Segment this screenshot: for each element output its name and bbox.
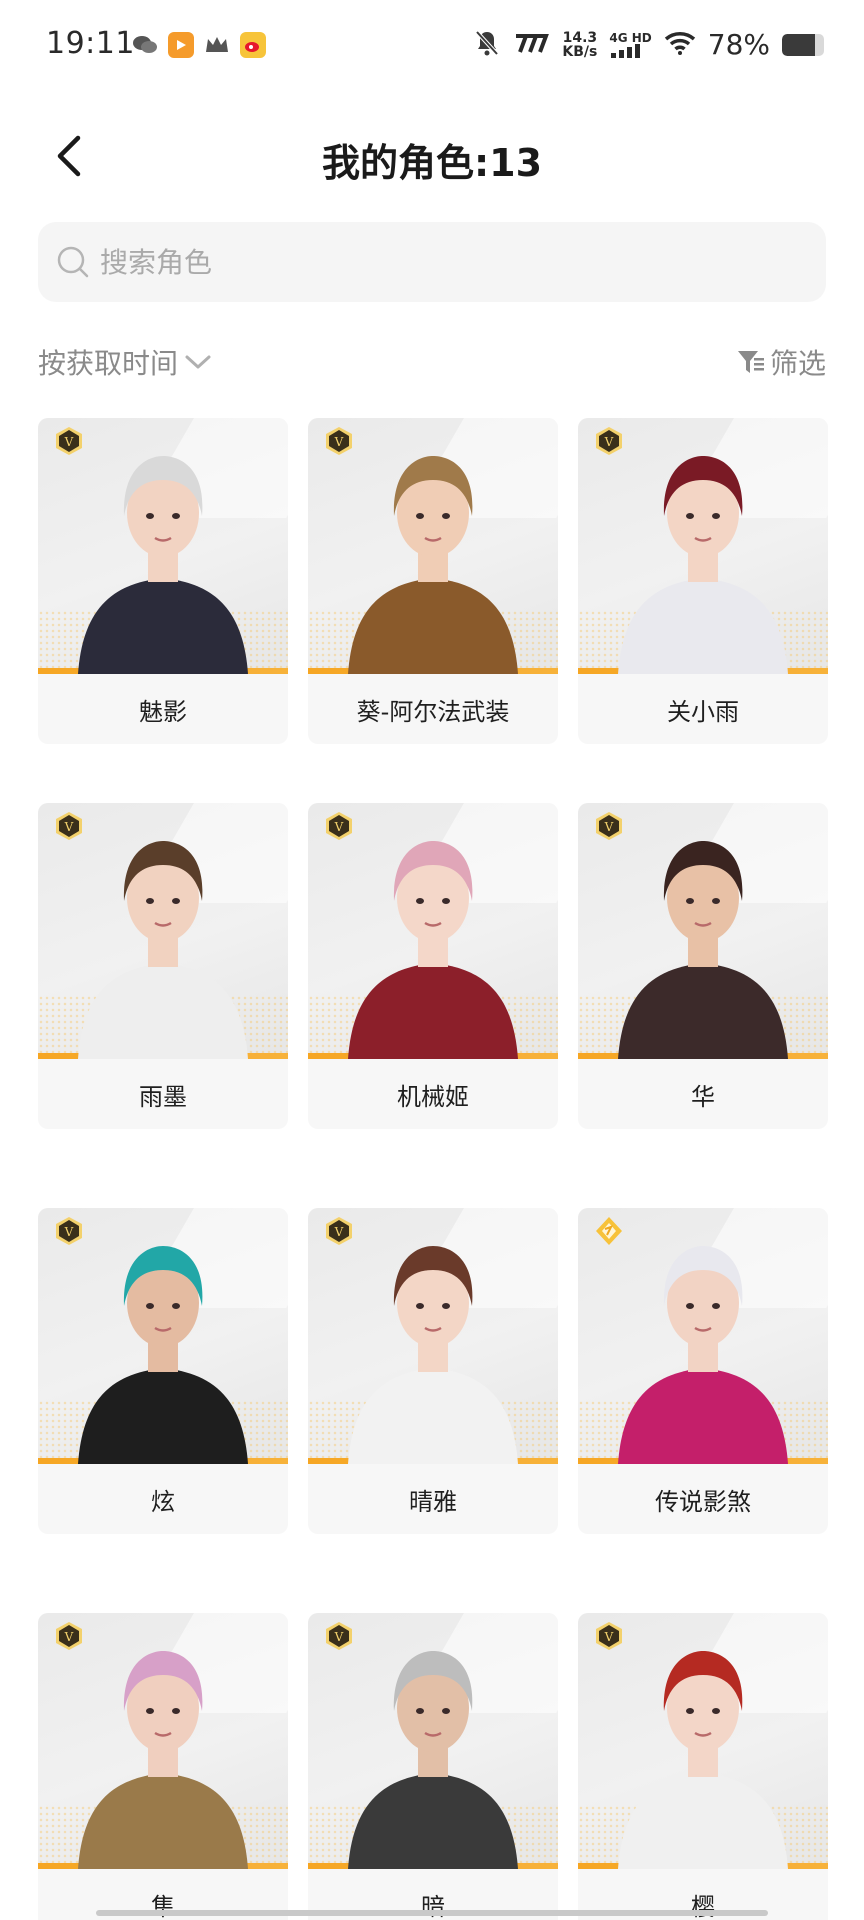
vip-badge-icon: V xyxy=(56,427,82,455)
legendary-badge-icon xyxy=(596,1217,622,1245)
character-card[interactable]: V 机械姬 xyxy=(308,803,558,1129)
character-name: 葵-阿尔法武装 xyxy=(356,697,510,726)
character-figure xyxy=(78,1651,248,1869)
character-card[interactable]: 传说影煞 xyxy=(578,1208,828,1534)
character-card[interactable]: V 关小雨 xyxy=(578,418,828,744)
character-portrait xyxy=(578,418,828,674)
character-card[interactable]: V暗 xyxy=(308,1613,558,1920)
svg-text:V: V xyxy=(64,1225,74,1239)
svg-text:V: V xyxy=(334,1630,344,1644)
character-card[interactable]: V炫 xyxy=(38,1208,288,1534)
sort-label: 按获取时间 xyxy=(38,347,179,380)
character-portrait xyxy=(38,418,288,674)
video-app-icon xyxy=(168,32,194,58)
weibo-icon xyxy=(240,32,266,58)
svg-text:V: V xyxy=(64,820,74,834)
search-input[interactable] xyxy=(100,245,780,279)
status-time: 19:11 xyxy=(46,26,135,61)
svg-text:V: V xyxy=(604,820,614,834)
vip-badge-icon: V xyxy=(326,427,352,455)
filter-icon xyxy=(737,351,764,373)
carrier-logo-icon xyxy=(512,32,550,58)
vip-badge-icon: V xyxy=(326,1217,352,1245)
scroll-indicator xyxy=(96,1910,768,1916)
svg-text:V: V xyxy=(604,435,614,449)
character-portrait xyxy=(38,803,288,1059)
character-name: 炫 xyxy=(151,1487,175,1516)
character-figure xyxy=(348,841,518,1059)
sort-dropdown[interactable]: 按获取时间 xyxy=(38,342,212,382)
vip-badge-icon: V xyxy=(596,427,622,455)
vip-badge-icon: V xyxy=(326,812,352,840)
character-portrait xyxy=(578,803,828,1059)
header: 我的角色:13 xyxy=(0,110,864,202)
status-right-cluster: 14.3 KB/s 4G HD 78% xyxy=(474,28,824,61)
battery-percent: 78% xyxy=(707,28,770,61)
character-figure xyxy=(348,1651,518,1869)
character-name: 机械姬 xyxy=(397,1082,469,1111)
character-figure xyxy=(618,456,788,674)
crown-icon xyxy=(204,32,230,58)
wechat-icon xyxy=(132,32,158,58)
svg-text:V: V xyxy=(64,435,74,449)
character-figure xyxy=(348,1246,518,1464)
character-name: 魅影 xyxy=(139,697,187,726)
character-portrait xyxy=(38,1208,288,1464)
character-figure xyxy=(78,456,248,674)
character-name: 华 xyxy=(691,1082,715,1111)
battery-icon xyxy=(782,33,824,56)
character-figure xyxy=(618,841,788,1059)
character-name: 关小雨 xyxy=(667,697,739,726)
signal-group: 4G HD xyxy=(609,30,652,58)
network-type: 4G HD xyxy=(609,30,652,45)
svg-text:V: V xyxy=(334,435,344,449)
svg-text:V: V xyxy=(334,1225,344,1239)
filter-label: 筛选 xyxy=(769,347,826,380)
character-card[interactable]: V 雨墨 xyxy=(38,803,288,1129)
character-portrait xyxy=(308,1208,558,1464)
vip-badge-icon: V xyxy=(56,1622,82,1650)
character-portrait xyxy=(578,1613,828,1869)
character-figure xyxy=(618,1246,788,1464)
character-figure xyxy=(348,456,518,674)
character-portrait xyxy=(578,1208,828,1464)
character-portrait xyxy=(308,418,558,674)
toolbar: 按获取时间 筛选 xyxy=(38,342,826,386)
battery-fill xyxy=(782,33,815,56)
character-portrait xyxy=(308,803,558,1059)
character-card[interactable]: V隼 xyxy=(38,1613,288,1920)
character-name: 雨墨 xyxy=(139,1082,187,1111)
filter-button[interactable]: 筛选 xyxy=(736,342,826,382)
svg-text:V: V xyxy=(334,820,344,834)
character-card[interactable]: V华 xyxy=(578,803,828,1129)
cell-signal-icon xyxy=(611,43,641,58)
character-portrait xyxy=(308,1613,558,1869)
character-portrait xyxy=(38,1613,288,1869)
character-card[interactable]: V 葵-阿尔法武装 xyxy=(308,418,558,744)
character-figure xyxy=(78,841,248,1059)
network-speed: 14.3 KB/s xyxy=(562,29,598,60)
svg-text:V: V xyxy=(64,1630,74,1644)
mute-icon xyxy=(474,29,500,61)
vip-badge-icon: V xyxy=(596,812,622,840)
character-card[interactable]: V 晴雅 xyxy=(308,1208,558,1534)
vip-badge-icon: V xyxy=(326,1622,352,1650)
svg-text:V: V xyxy=(604,1630,614,1644)
character-card[interactable]: V樱 xyxy=(578,1613,828,1920)
character-name: 晴雅 xyxy=(409,1487,457,1516)
search-bar[interactable] xyxy=(38,222,826,302)
status-app-icons xyxy=(132,32,266,58)
character-figure xyxy=(78,1246,248,1464)
vip-badge-icon: V xyxy=(596,1622,622,1650)
character-name: 传说影煞 xyxy=(655,1487,751,1516)
status-bar: 19:11 14.3 KB/s 4G HD 78% xyxy=(0,0,864,96)
chevron-down-icon xyxy=(185,355,211,369)
character-figure xyxy=(618,1651,788,1869)
search-icon xyxy=(57,246,89,278)
page-title: 我的角色:13 xyxy=(321,141,543,185)
character-card[interactable]: V 魅影 xyxy=(38,418,288,744)
vip-badge-icon: V xyxy=(56,1217,82,1245)
wifi-icon xyxy=(664,31,696,59)
vip-badge-icon: V xyxy=(56,812,82,840)
